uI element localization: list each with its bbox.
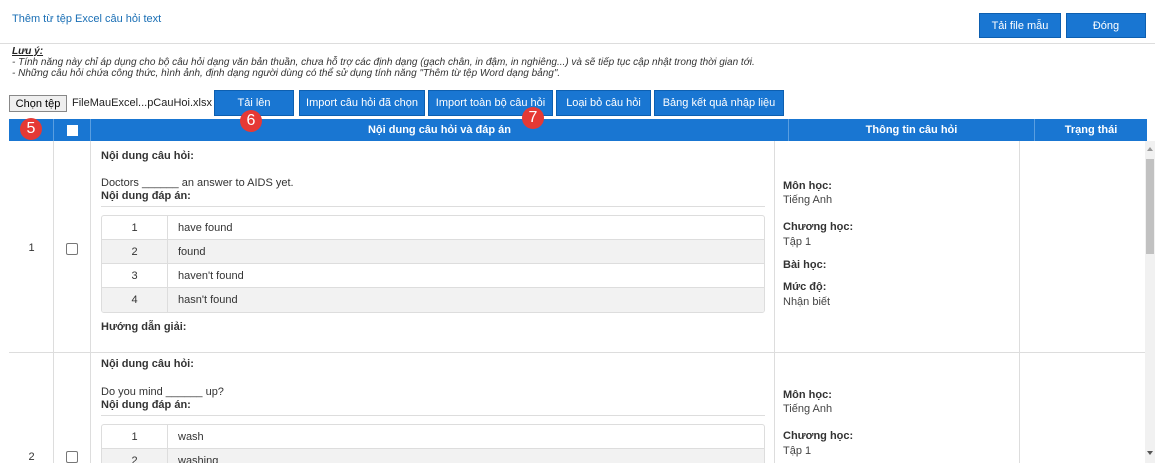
question-info-cell: Môn học: Tiếng Anh Chương học: Tập 1 Bài… (775, 141, 1020, 352)
subject-value: Tiếng Anh (783, 403, 833, 415)
row-number: 1 (28, 242, 35, 254)
header-select-all (54, 119, 91, 141)
lesson-label: Bài học: (783, 259, 827, 271)
question-info-cell: Môn học: Tiếng Anh Chương học: Tập 1 (775, 353, 1020, 463)
row-checkbox[interactable] (66, 451, 78, 463)
note-title: Lưu ý: (12, 46, 44, 57)
answer-number: 1 (102, 216, 168, 239)
question-text: Do you mind ______ up? (101, 386, 224, 398)
table-row: 2 Nội dung câu hỏi: Do you mind ______ u… (9, 353, 1145, 463)
answer-text: hasn't found (178, 294, 238, 306)
answer-number: 4 (102, 288, 168, 312)
header-info: Thông tin câu hỏi (789, 119, 1035, 141)
header-status: Trạng thái (1064, 124, 1118, 136)
question-label: Nội dung câu hỏi: (101, 358, 194, 370)
chapter-label: Chương học: (783, 430, 854, 442)
scroll-up-arrow-icon[interactable] (1147, 147, 1153, 151)
answers-label: Nội dung đáp án: (101, 190, 191, 202)
subject-value: Tiếng Anh (783, 194, 833, 206)
table-body: 1 Nội dung câu hỏi: Doctors ______ an an… (9, 141, 1145, 463)
answer-row: 1 wash (102, 425, 764, 449)
remove-questions-button[interactable]: Loại bỏ câu hỏi (556, 90, 651, 116)
answer-row: 2 washing (102, 449, 764, 463)
download-sample-button[interactable]: Tải file mẫu (979, 13, 1061, 38)
note-line-2: - Những câu hỏi chứa công thức, hình ảnh… (12, 68, 561, 79)
guide-label: Hướng dẫn giải: (101, 321, 187, 333)
answer-text: have found (178, 221, 233, 234)
question-text: Doctors ______ an answer to AIDS yet. (101, 177, 294, 189)
row-checkbox[interactable] (66, 243, 78, 255)
chapter-label: Chương học: (783, 221, 854, 233)
answer-row: 4 hasn't found (102, 288, 764, 312)
question-content-cell: Nội dung câu hỏi: Doctors ______ an answ… (91, 141, 775, 352)
selected-file-name: FileMauExcel...pCauHoi.xlsx (72, 97, 212, 109)
status-cell (1020, 141, 1145, 352)
answer-text: washing (178, 455, 219, 463)
question-label: Nội dung câu hỏi: (101, 150, 194, 162)
answers-label: Nội dung đáp án: (101, 399, 191, 411)
level-label: Mức độ: (783, 281, 827, 293)
table-row: 1 Nội dung câu hỏi: Doctors ______ an an… (9, 141, 1145, 353)
import-selected-button[interactable]: Import câu hỏi đã chọn (299, 90, 425, 116)
question-content-cell: Nội dung câu hỏi: Do you mind ______ up?… (91, 353, 775, 463)
answer-text: found (178, 245, 206, 258)
header-content: Nội dung câu hỏi và đáp án (91, 119, 789, 141)
note-line-1: - Tính năng này chỉ áp dụng cho bộ câu h… (12, 57, 755, 68)
scroll-down-arrow-icon[interactable] (1147, 451, 1153, 455)
select-all-checkbox[interactable] (66, 124, 78, 136)
dialog-header: Thêm từ tệp Excel câu hỏi text Tải file … (0, 0, 1155, 44)
row-number: 2 (28, 451, 35, 463)
scroll-thumb[interactable] (1146, 159, 1154, 254)
step-marker-6: 6 (240, 110, 262, 132)
chapter-value: Tập 1 (783, 236, 812, 248)
answer-row: 1 have found (102, 216, 764, 240)
answer-number: 1 (102, 425, 168, 448)
step-marker-7: 7 (522, 107, 544, 129)
answer-text: haven't found (178, 269, 244, 282)
divider (101, 415, 765, 416)
answer-row: 3 haven't found (102, 264, 764, 288)
answers-table: 1 wash 2 washing (101, 424, 765, 463)
note-section: Lưu ý: - Tính năng này chỉ áp dụng cho b… (12, 46, 755, 79)
level-value: Nhận biết (783, 296, 831, 308)
answer-row: 2 found (102, 240, 764, 264)
answer-number: 2 (102, 240, 168, 263)
choose-file-button[interactable]: Chọn tệp (9, 95, 67, 112)
subject-label: Môn học: (783, 389, 832, 401)
close-button[interactable]: Đóng (1066, 13, 1146, 38)
step-marker-5: 5 (20, 118, 42, 140)
table-header: Nội dung câu hỏi và đáp án Thông tin câu… (9, 119, 1147, 141)
divider (101, 206, 765, 207)
answers-table: 1 have found 2 found 3 haven't found 4 hasn'… (101, 215, 765, 313)
dialog-title: Thêm từ tệp Excel câu hỏi text (12, 13, 162, 25)
answer-number: 3 (102, 264, 168, 287)
import-result-button[interactable]: Bảng kết quả nhập liệu (654, 90, 784, 116)
chapter-value: Tập 1 (783, 445, 812, 457)
subject-label: Môn học: (783, 180, 832, 192)
answer-number: 2 (102, 449, 168, 463)
answer-text: wash (178, 430, 204, 443)
toolbar: Chọn tệp FileMauExcel...pCauHoi.xlsx Tải… (9, 90, 1149, 116)
vertical-scrollbar[interactable] (1145, 141, 1155, 463)
status-cell (1020, 353, 1145, 463)
